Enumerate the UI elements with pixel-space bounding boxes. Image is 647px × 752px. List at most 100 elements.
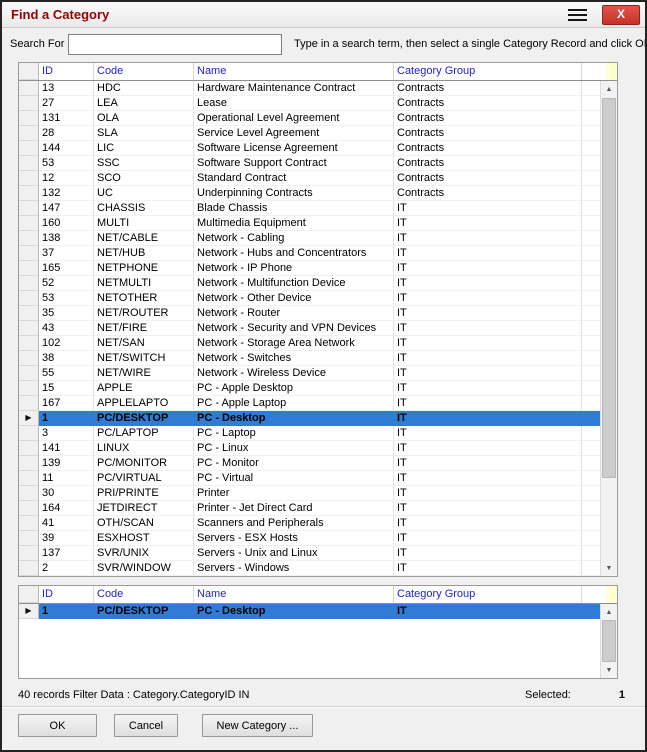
table-row[interactable]: 131 OLA Operational Level Agreement Contrac…	[19, 111, 600, 126]
hamburger-menu-icon[interactable]	[561, 5, 593, 25]
cell-code[interactable]: SCO	[94, 171, 194, 186]
table-row[interactable]: ▶ 1 PC/DESKTOP PC - Desktop IT	[19, 411, 600, 426]
new-category-button[interactable]: New Category ...	[202, 714, 313, 737]
table-row[interactable]: 160 MULTI Multimedia Equipment IT	[19, 216, 600, 231]
cell-code[interactable]: NET/CABLE	[94, 231, 194, 246]
table-row[interactable]: 144 LIC Software License Agreement Contract…	[19, 141, 600, 156]
table-row[interactable]: ▶ 1 PC/DESKTOP PC - Desktop IT	[19, 604, 600, 619]
cell-id[interactable]: 39	[39, 531, 94, 546]
table-row[interactable]: 11 PC/VIRTUAL PC - Virtual IT	[19, 471, 600, 486]
table-row[interactable]: 139 PC/MONITOR PC - Monitor IT	[19, 456, 600, 471]
cell-code[interactable]: NET/SAN	[94, 336, 194, 351]
cell-name[interactable]: Servers - Windows	[194, 561, 394, 576]
table-row[interactable]: 13 HDC Hardware Maintenance Contract Contra…	[19, 81, 600, 96]
cell-id[interactable]: 1	[39, 411, 94, 426]
cell-group[interactable]: IT	[394, 486, 582, 501]
row-selector[interactable]	[19, 186, 39, 201]
cell-name[interactable]: Network - Security and VPN Devices	[194, 321, 394, 336]
cell-group[interactable]: IT	[394, 426, 582, 441]
cell-code[interactable]: SSC	[94, 156, 194, 171]
table-row[interactable]: 2 SVR/WINDOW Servers - Windows IT	[19, 561, 600, 576]
cell-id[interactable]: 160	[39, 216, 94, 231]
cell-name[interactable]: PC - Apple Desktop	[194, 381, 394, 396]
cell-name[interactable]: Standard Contract	[194, 171, 394, 186]
cell-code[interactable]: ESXHOST	[94, 531, 194, 546]
cell-group[interactable]: IT	[394, 306, 582, 321]
cell-code[interactable]: LEA	[94, 96, 194, 111]
cell-id[interactable]: 1	[39, 604, 94, 619]
cell-id[interactable]: 53	[39, 291, 94, 306]
cell-group[interactable]: IT	[394, 456, 582, 471]
cell-group[interactable]: IT	[394, 531, 582, 546]
table-row[interactable]: 15 APPLE PC - Apple Desktop IT	[19, 381, 600, 396]
column-header-category-group[interactable]: Category Group	[394, 63, 582, 80]
cell-name[interactable]: Network - Wireless Device	[194, 366, 394, 381]
row-selector[interactable]	[19, 321, 39, 336]
table-row[interactable]: 137 SVR/UNIX Servers - Unix and Linux IT	[19, 546, 600, 561]
table-row[interactable]: 27 LEA Lease Contracts	[19, 96, 600, 111]
cell-group[interactable]: IT	[394, 201, 582, 216]
cell-code[interactable]: PC/DESKTOP	[94, 604, 194, 619]
cell-name[interactable]: Printer	[194, 486, 394, 501]
cell-code[interactable]: SVR/UNIX	[94, 546, 194, 561]
cell-code[interactable]: APPLELAPTO	[94, 396, 194, 411]
cell-id[interactable]: 2	[39, 561, 94, 576]
row-selector[interactable]	[19, 366, 39, 381]
cell-code[interactable]: PC/DESKTOP	[94, 411, 194, 426]
row-selector[interactable]	[19, 201, 39, 216]
row-selector[interactable]	[19, 111, 39, 126]
cell-name[interactable]: Network - Hubs and Concentrators	[194, 246, 394, 261]
row-selector[interactable]	[19, 561, 39, 576]
cell-id[interactable]: 15	[39, 381, 94, 396]
table-row[interactable]: 53 NETOTHER Network - Other Device IT	[19, 291, 600, 306]
cell-name[interactable]: Multimedia Equipment	[194, 216, 394, 231]
row-selector[interactable]	[19, 126, 39, 141]
cell-name[interactable]: Network - Other Device	[194, 291, 394, 306]
row-selector[interactable]	[19, 396, 39, 411]
cell-id[interactable]: 13	[39, 81, 94, 96]
cell-id[interactable]: 55	[39, 366, 94, 381]
cell-group[interactable]: IT	[394, 546, 582, 561]
cell-code[interactable]: PC/VIRTUAL	[94, 471, 194, 486]
cell-code[interactable]: NETPHONE	[94, 261, 194, 276]
row-selector[interactable]	[19, 426, 39, 441]
cell-name[interactable]: Servers - Unix and Linux	[194, 546, 394, 561]
cell-code[interactable]: MULTI	[94, 216, 194, 231]
table-row[interactable]: 41 OTH/SCAN Scanners and Peripherals IT	[19, 516, 600, 531]
scrollbar-thumb[interactable]	[602, 98, 616, 478]
cell-code[interactable]: LIC	[94, 141, 194, 156]
cell-code[interactable]: LINUX	[94, 441, 194, 456]
current-row-marker-icon[interactable]: ▶	[19, 411, 39, 426]
table-row[interactable]: 43 NET/FIRE Network - Security and VPN Dev…	[19, 321, 600, 336]
cell-code[interactable]: JETDIRECT	[94, 501, 194, 516]
column-header-id[interactable]: ID	[39, 586, 94, 603]
cell-id[interactable]: 138	[39, 231, 94, 246]
cell-code[interactable]: CHASSIS	[94, 201, 194, 216]
cell-id[interactable]: 141	[39, 441, 94, 456]
row-selector[interactable]	[19, 516, 39, 531]
table-row[interactable]: 12 SCO Standard Contract Contracts	[19, 171, 600, 186]
cell-code[interactable]: UC	[94, 186, 194, 201]
cell-id[interactable]: 165	[39, 261, 94, 276]
cell-code[interactable]: HDC	[94, 81, 194, 96]
row-selector[interactable]	[19, 441, 39, 456]
cell-name[interactable]: Network - Router	[194, 306, 394, 321]
cell-name[interactable]: Blade Chassis	[194, 201, 394, 216]
column-header-name[interactable]: Name	[194, 63, 394, 80]
cell-code[interactable]: OTH/SCAN	[94, 516, 194, 531]
scroll-up-icon[interactable]: ▲	[601, 604, 617, 620]
row-selector[interactable]	[19, 156, 39, 171]
cell-group[interactable]: IT	[394, 291, 582, 306]
row-selector[interactable]	[19, 381, 39, 396]
cell-group[interactable]: IT	[394, 231, 582, 246]
cell-name[interactable]: PC - Virtual	[194, 471, 394, 486]
cell-group[interactable]: Contracts	[394, 171, 582, 186]
cell-code[interactable]: APPLE	[94, 381, 194, 396]
table-row[interactable]: 102 NET/SAN Network - Storage Area Network…	[19, 336, 600, 351]
cell-code[interactable]: NET/HUB	[94, 246, 194, 261]
cell-group[interactable]: IT	[394, 261, 582, 276]
cell-group[interactable]: IT	[394, 516, 582, 531]
scroll-down-icon[interactable]: ▼	[601, 560, 617, 576]
cell-group[interactable]: IT	[394, 366, 582, 381]
cell-name[interactable]: PC - Monitor	[194, 456, 394, 471]
